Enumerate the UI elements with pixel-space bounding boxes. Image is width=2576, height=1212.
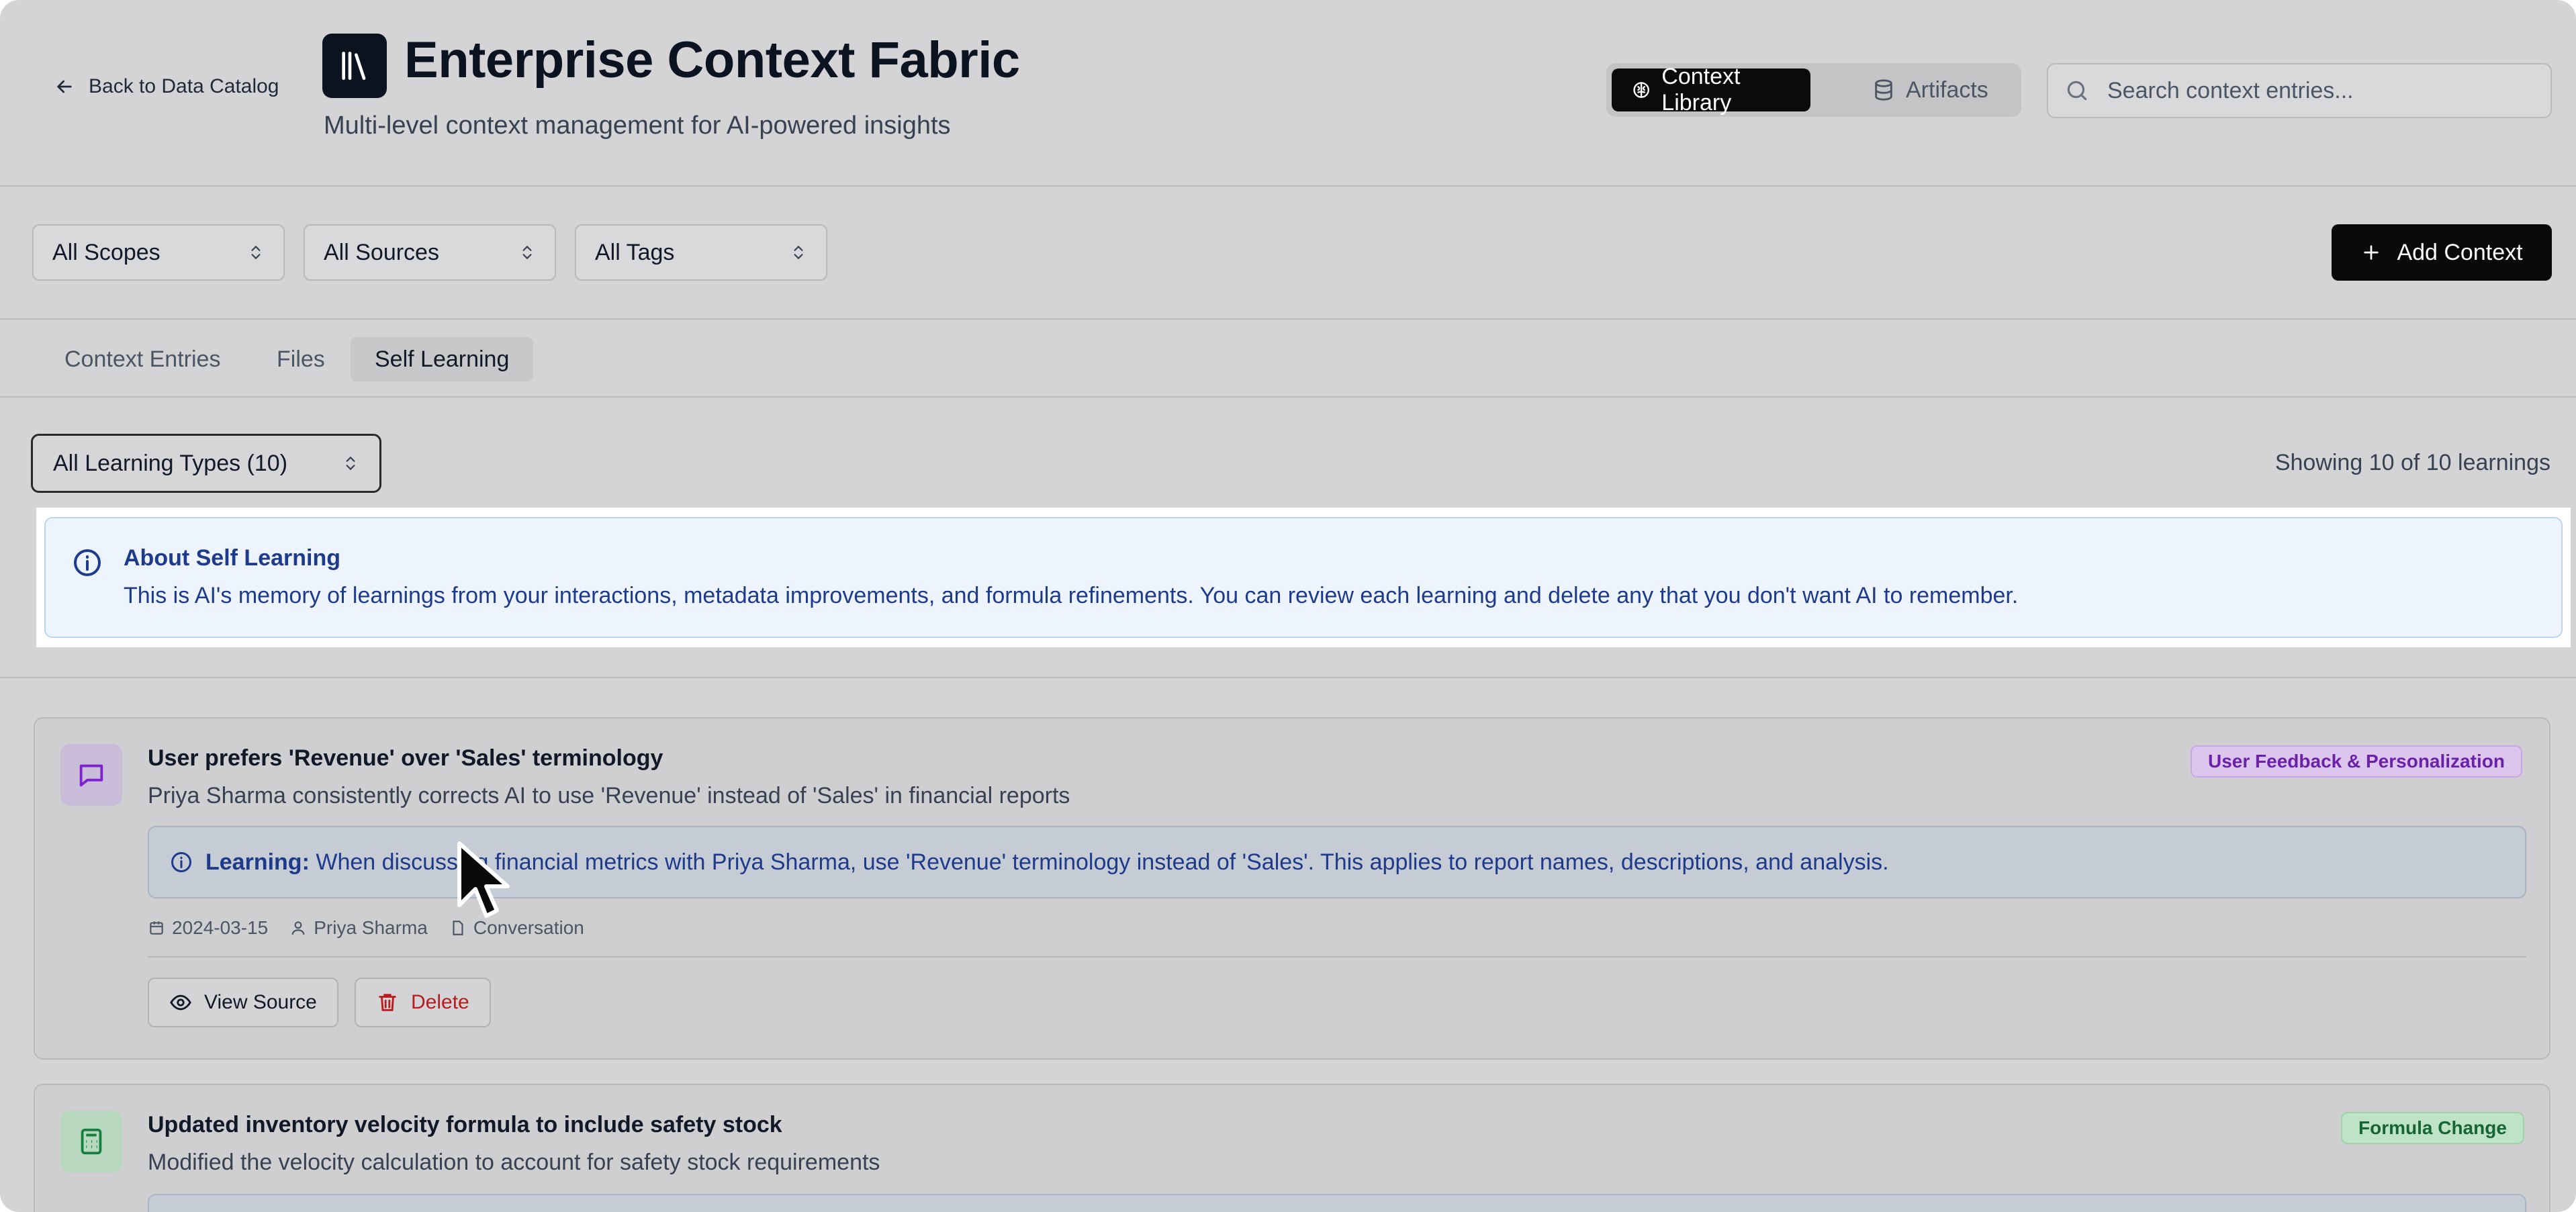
database-icon (1875, 79, 1892, 101)
learning-label: Learning: (205, 849, 310, 875)
calculator-icon (60, 1111, 122, 1172)
trash-icon (379, 994, 396, 1011)
learning-count: Showing 10 of 10 learnings (2274, 450, 2550, 475)
app-window: Back to Data Catalog Enterprise Context … (0, 0, 2576, 1212)
info-icon (171, 852, 191, 872)
back-to-catalog-link[interactable]: Back to Data Catalog (54, 75, 279, 98)
learning-title: User prefers 'Revenue' over 'Sales' term… (148, 745, 663, 771)
view-source-label: View Source (204, 991, 317, 1013)
learning-date: 2024-03-15 (172, 917, 269, 938)
scopes-select[interactable]: All Scopes (32, 224, 285, 281)
sources-select[interactable]: All Sources (304, 224, 556, 281)
tab-files[interactable]: Files (252, 337, 349, 381)
chevrons-up-down-icon (346, 456, 355, 471)
delete-button[interactable]: Delete (355, 978, 491, 1027)
info-text: This is AI's memory of learnings from yo… (124, 583, 2019, 608)
learning-title: Updated inventory velocity formula to in… (148, 1112, 782, 1137)
card-divider (148, 956, 2526, 958)
artifacts-toggle[interactable]: Artifacts (1852, 68, 2009, 111)
arrow-left-icon (56, 80, 72, 93)
file-icon (453, 921, 463, 935)
page-header: Back to Data Catalog Enterprise Context … (0, 0, 2576, 187)
learning-description: Priya Sharma consistently corrects AI to… (148, 783, 1070, 808)
learning-type-select[interactable]: All Learning Types (10) (31, 434, 381, 493)
artifacts-label: Artifacts (1906, 77, 1988, 103)
plus-icon (2364, 245, 2379, 260)
learning-detail-box (148, 1194, 2526, 1212)
tab-self-learning[interactable]: Self Learning (351, 337, 534, 381)
delete-label: Delete (411, 991, 469, 1013)
learning-type-badge: User Feedback & Personalization (2191, 745, 2522, 778)
context-library-toggle[interactable]: Context Library (1612, 64, 1810, 115)
learning-description: Modified the velocity calculation to acc… (148, 1150, 880, 1175)
eye-icon (170, 994, 191, 1011)
chevrons-up-down-icon (522, 245, 532, 260)
scopes-select-value: All Scopes (52, 239, 160, 265)
sources-select-value: All Sources (324, 239, 439, 265)
about-self-learning-banner: About Self Learning This is AI's memory … (44, 517, 2563, 638)
tags-select-value: All Tags (595, 239, 675, 265)
learning-user: Priya Sharma (314, 917, 428, 938)
page-title: Enterprise Context Fabric (404, 32, 1020, 89)
brain-icon (1633, 82, 1649, 98)
learning-card: Updated inventory velocity formula to in… (34, 1084, 2550, 1212)
chevrons-up-down-icon (251, 245, 261, 260)
learning-type-value: All Learning Types (10) (53, 450, 288, 476)
calendar-icon (150, 921, 163, 935)
mouse-cursor-icon (457, 841, 510, 918)
view-source-button[interactable]: View Source (148, 978, 338, 1027)
context-library-label: Context Library (1661, 64, 1741, 115)
back-link-label: Back to Data Catalog (89, 75, 279, 97)
view-toggle: Context Library Artifacts (1606, 63, 2021, 117)
user-icon (291, 921, 305, 935)
learning-card: User prefers 'Revenue' over 'Sales' term… (34, 717, 2550, 1060)
search-box (2047, 63, 2552, 118)
tags-select[interactable]: All Tags (575, 224, 827, 281)
learning-meta: 2024-03-15 Priya Sharma Conversation (148, 917, 584, 939)
info-icon (74, 549, 101, 576)
learning-body: When discussing financial metrics with P… (316, 849, 1889, 875)
chevrons-up-down-icon (794, 245, 803, 260)
library-logo-icon (322, 34, 387, 98)
info-title: About Self Learning (124, 545, 340, 571)
message-square-icon (60, 744, 122, 806)
search-icon (2067, 81, 2087, 101)
tab-context-entries[interactable]: Context Entries (40, 337, 244, 381)
add-context-button[interactable]: Add Context (2332, 224, 2552, 281)
search-input[interactable] (2106, 77, 2538, 105)
section-divider (0, 677, 2576, 678)
add-context-label: Add Context (2397, 239, 2523, 265)
page-subtitle: Multi-level context management for AI-po… (324, 111, 951, 140)
learning-type-badge: Formula Change (2341, 1112, 2524, 1144)
